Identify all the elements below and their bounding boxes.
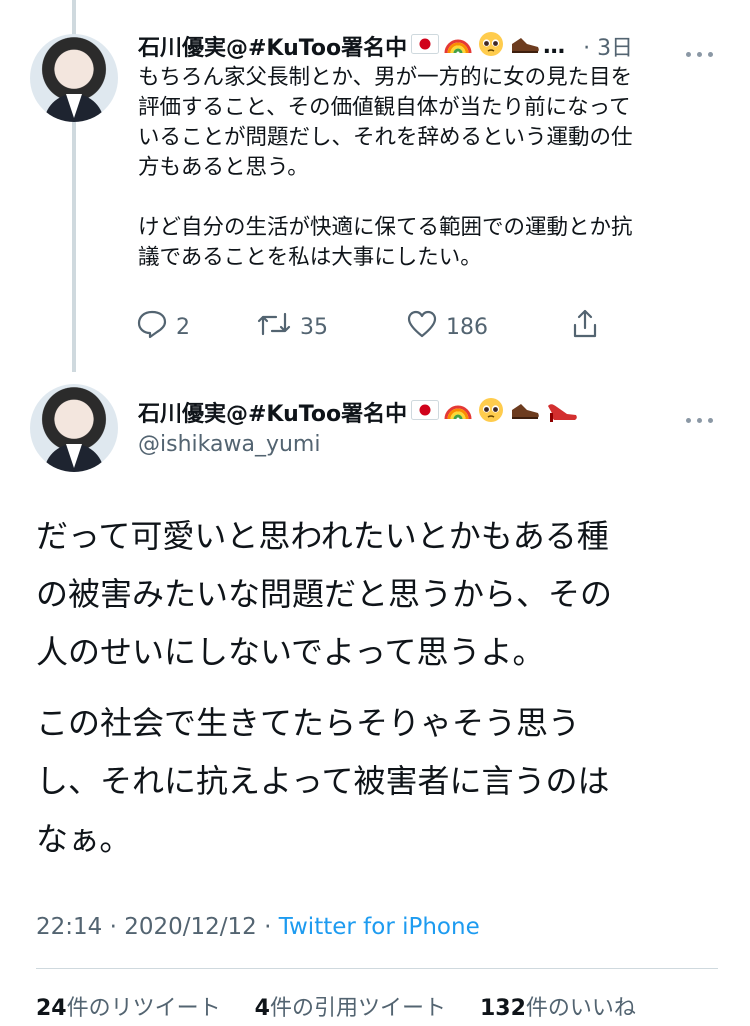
mans-shoe-icon xyxy=(509,398,541,426)
separator: · xyxy=(109,914,125,940)
pleading-face-icon xyxy=(477,30,505,62)
display-name[interactable]: 石川優実@#KuToo署名中 xyxy=(138,396,407,428)
handle[interactable]: @ishikawa_yumi xyxy=(138,432,320,457)
japan-flag-icon xyxy=(411,400,440,424)
tweet-date[interactable]: 2020/12/12 xyxy=(124,914,257,940)
tweet-meta: 22:14 · 2020/12/12 · Twitter for iPhone xyxy=(36,914,480,940)
quotes-label: 件の引用ツイート xyxy=(269,996,446,1021)
likes-count: 132 xyxy=(479,996,526,1021)
reply-actions: 2 35 186 xyxy=(136,308,636,346)
more-icon[interactable] xyxy=(686,42,720,57)
mans-shoe-icon xyxy=(509,32,541,60)
reply-tweet[interactable]: 石川優実@#KuToo署名中 … · 3日 もちろん家父長制とか、男が一方的に女… xyxy=(0,0,750,372)
avatar[interactable] xyxy=(30,384,118,472)
ellipsis: … xyxy=(543,33,566,59)
like-button[interactable]: 186 xyxy=(406,309,570,345)
timestamp[interactable]: · 3日 xyxy=(583,30,633,62)
reply-icon xyxy=(136,309,176,345)
retweet-button[interactable]: 35 xyxy=(256,309,406,345)
retweets-count: 24 xyxy=(36,996,67,1021)
display-name[interactable]: 石川優実@#KuToo署名中 xyxy=(138,30,407,62)
quotes-stat[interactable]: 4件の引用ツイート xyxy=(255,996,446,1021)
retweet-icon xyxy=(256,309,300,345)
reply-button[interactable]: 2 xyxy=(136,309,256,345)
high-heel-icon xyxy=(545,396,579,428)
reply-count: 2 xyxy=(176,314,190,340)
share-button[interactable] xyxy=(570,308,608,346)
retweet-count: 35 xyxy=(300,314,328,340)
likes-stat[interactable]: 132件のいいね xyxy=(480,996,636,1021)
japan-flag-icon xyxy=(411,34,440,58)
reply-header: 石川優実@#KuToo署名中 … · 3日 xyxy=(138,30,633,62)
share-icon xyxy=(570,308,608,346)
likes-label: 件のいいね xyxy=(525,996,636,1021)
main-header: 石川優実@#KuToo署名中 xyxy=(138,396,579,428)
retweets-label: 件のリツイート xyxy=(66,996,221,1021)
like-icon xyxy=(406,309,446,345)
tweet-source-link[interactable]: Twitter for iPhone xyxy=(279,914,480,940)
rainbow-icon xyxy=(443,397,473,427)
separator: · xyxy=(264,914,279,940)
main-tweet: 石川優実@#KuToo署名中 @ishikawa_yumi だって可愛いと思われ… xyxy=(0,372,750,1026)
reply-text: もちろん家父長制とか、男が一方的に女の見た目を 評価すること、その価値観自体が当… xyxy=(138,65,633,270)
tweet-paragraph-1: だって可愛いと思われたいとかもある種 の被害みたいな問題だと思うから、その 人の… xyxy=(36,517,613,671)
avatar[interactable] xyxy=(30,34,118,122)
rainbow-icon xyxy=(443,31,473,61)
tweet-paragraph-2: この社会で生きてたらそりゃそう思う し、それに抗えよって被害者に言うのは なぁ。 xyxy=(36,704,610,858)
more-icon[interactable] xyxy=(686,408,720,423)
tweet-time[interactable]: 22:14 xyxy=(36,914,102,940)
engagement-stats: 24件のリツイート 4件の引用ツイート 132件のいいね xyxy=(36,990,636,1022)
quotes-count: 4 xyxy=(254,996,270,1021)
like-count: 186 xyxy=(446,314,488,340)
pleading-face-icon xyxy=(477,396,505,428)
retweets-stat[interactable]: 24件のリツイート xyxy=(36,996,221,1021)
divider xyxy=(36,968,718,969)
